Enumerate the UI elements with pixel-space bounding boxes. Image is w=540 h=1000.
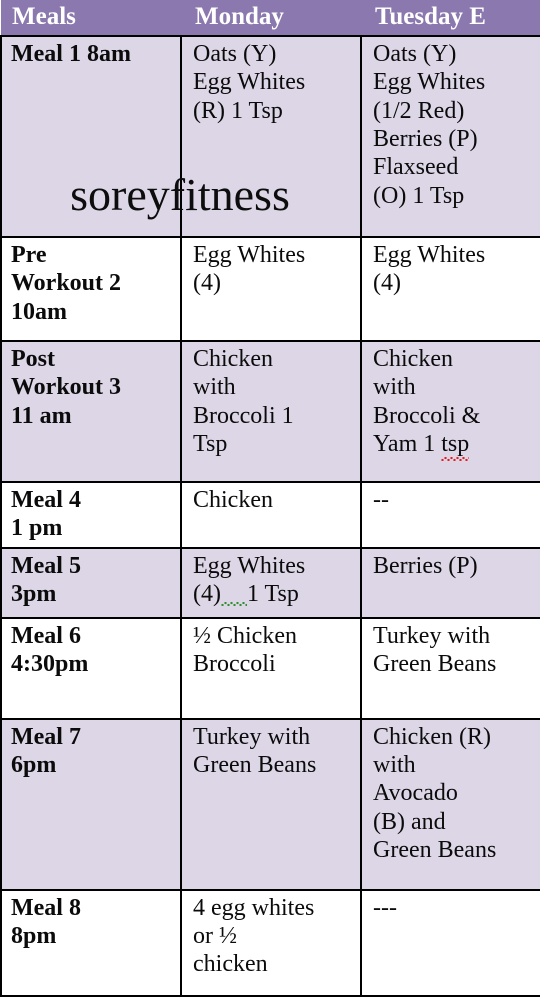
- table-row: Meal 8 8pm 4 egg whites or ½ chicken ---: [0, 888, 540, 997]
- column-header-tuesday: Tuesday E: [361, 0, 540, 36]
- monday-cell: Egg Whites (4) 1 Tsp: [180, 546, 362, 619]
- meal-plan-table: Meals Monday Tuesday E Meal 1 8am Oats (Y…: [0, 0, 540, 997]
- meal-label-cell: Meal 41 pm: [0, 481, 182, 549]
- monday-cell: Chicken: [180, 481, 362, 549]
- tuesday-cell: --: [360, 481, 540, 549]
- tuesday-cell: Egg Whites (4): [360, 236, 540, 342]
- column-header-meals: Meals: [1, 0, 181, 36]
- table-row: Post Workout 3 11 am Chicken with Broccoli 1T…: [0, 340, 540, 483]
- meal-label-cell: Post Workout 3 11 am: [0, 340, 182, 483]
- meal-plan-screen: Meals Monday Tuesday E Meal 1 8am Oats (Y…: [0, 0, 540, 1000]
- table-row: Meal 6 4:30pm ½ Chicken Broccoli Turkey with…: [0, 616, 540, 720]
- tuesday-cell: ---: [360, 888, 540, 997]
- header-row: Meals Monday Tuesday E: [1, 0, 540, 36]
- meal-label-cell: Meal 5 3pm: [0, 546, 182, 619]
- table-row: Meal 5 3pm Egg Whites (4) 1 Tsp Berries (P): [0, 546, 540, 619]
- table-row: Meal 41 pm Chicken --: [0, 481, 540, 549]
- monday-cell: Chicken with Broccoli 1 Tsp: [180, 340, 362, 483]
- tuesday-cell: Chicken (R) with Avocado (B) and Green Beans: [360, 717, 540, 891]
- meal-label-cell: Meal 1 8am: [0, 35, 182, 238]
- monday-cell: 4 egg whites or ½ chicken: [180, 888, 362, 997]
- table-body: Meal 1 8am Oats (Y) Egg Whites (R) 1 Tsp Oat…: [0, 35, 540, 997]
- table-row: Meal 1 8am Oats (Y) Egg Whites (R) 1 Tsp Oat…: [0, 35, 540, 238]
- tuesday-cell: Berries (P): [360, 546, 540, 619]
- tuesday-cell: Oats (Y) Egg Whites (1/2 Red) Berries (P) Fl…: [360, 35, 540, 238]
- table-row: Pre Workout 2 10am Egg Whites (4) Egg Whites(…: [0, 236, 540, 342]
- monday-cell: Egg Whites (4): [180, 236, 362, 342]
- tuesday-cell: Chicken with Broccoli & Yam 1 tsp: [360, 340, 540, 483]
- meal-label-cell: Meal 8 8pm: [0, 888, 182, 997]
- monday-cell: Turkey with Green Beans: [180, 717, 362, 891]
- monday-cell: Oats (Y) Egg Whites (R) 1 Tsp: [180, 35, 362, 238]
- column-header-monday: Monday: [181, 0, 361, 36]
- meal-label-cell: Pre Workout 2 10am: [0, 236, 182, 342]
- table-row: Meal 7 6pm Turkey with Green Beans Chicken (…: [0, 717, 540, 891]
- table-header: Meals Monday Tuesday E: [1, 0, 540, 36]
- tuesday-cell: Turkey with Green Beans: [360, 616, 540, 720]
- meal-label-cell: Meal 6 4:30pm: [0, 616, 182, 720]
- monday-cell: ½ Chicken Broccoli: [180, 616, 362, 720]
- meal-label-cell: Meal 7 6pm: [0, 717, 182, 891]
- spellcheck-underline: tsp: [441, 430, 470, 462]
- grammar-underline: [220, 584, 247, 608]
